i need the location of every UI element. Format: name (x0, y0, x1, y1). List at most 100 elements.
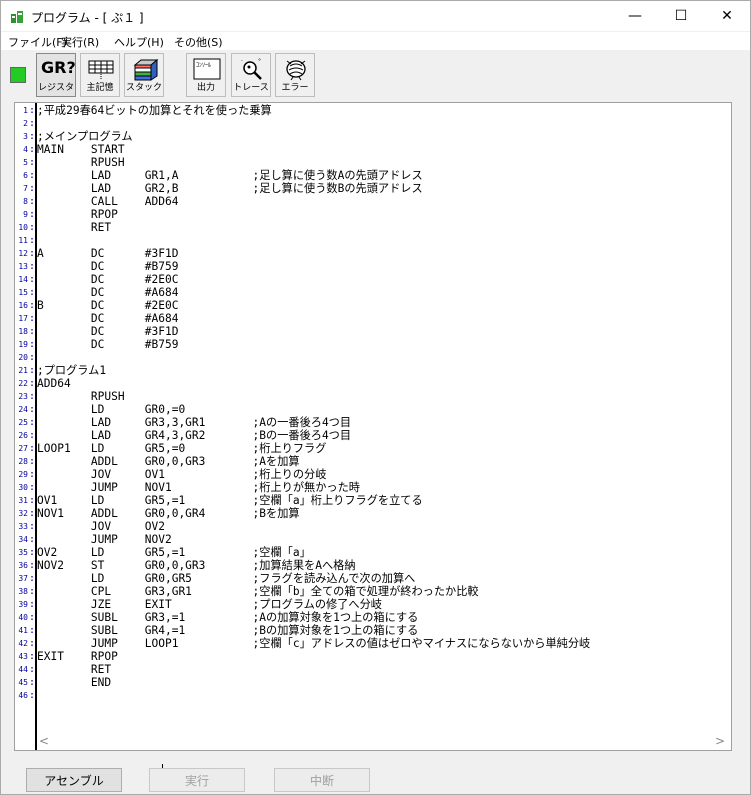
code-line[interactable]: OV1 LD GR5,=1 ;空欄「a」桁上りフラグを立てる (37, 494, 423, 507)
assemble-button[interactable]: アセンブル (26, 768, 122, 792)
code-line[interactable]: RPUSH (37, 390, 125, 403)
register-label: レジスタ (37, 83, 74, 93)
console-icon: ｺﾝｿｰﾙ (193, 58, 221, 80)
menu-help[interactable]: ヘルプ(H) (114, 34, 164, 50)
line-number: 23 (18, 392, 28, 401)
code-line[interactable]: LD GR0,=0 (37, 403, 185, 416)
console-glyph: ｺﾝｿｰﾙ (196, 62, 211, 69)
code-line[interactable]: JUMP LOOP1 ;空欄「c」アドレスの値はゼロやマイナスにならないから単純… (37, 637, 590, 650)
menu-file[interactable]: ファイル(F) (8, 34, 67, 50)
code-line[interactable]: A DC #3F1D (37, 247, 178, 260)
line-number: 39 (18, 600, 28, 609)
line-number: 5 (23, 158, 28, 167)
toolbar: GR? レジスタ 主記憶 スタック ｺﾝｿｰﾙ 出力 ° · トレース エラー (1, 51, 750, 99)
menu-run[interactable]: 実行(R) (61, 34, 99, 50)
line-number-separator: : (29, 365, 36, 376)
line-number-gutter: 1:2:3:4:5:6:7:8:9:10:11:12:13:14:15:16:1… (15, 103, 37, 750)
code-line[interactable]: EXIT RPOP (37, 650, 118, 663)
code-line[interactable]: ADD64 (37, 377, 71, 390)
code-editor[interactable]: 1:2:3:4:5:6:7:8:9:10:11:12:13:14:15:16:1… (14, 102, 732, 777)
line-number: 20 (18, 353, 28, 362)
code-line[interactable]: DC #B759 (37, 260, 179, 273)
output-button[interactable]: ｺﾝｿｰﾙ 出力 (186, 53, 226, 97)
stack-button[interactable]: スタック (124, 53, 164, 97)
line-number-separator: : (29, 118, 36, 129)
stack-label: スタック (125, 83, 162, 93)
code-line[interactable]: DC #3F1D (37, 325, 179, 338)
code-line[interactable]: JOV OV2 (37, 520, 165, 533)
code-line[interactable]: ADDL GR0,0,GR3 ;Aを加算 (37, 455, 300, 468)
code-line[interactable]: DC #A684 (37, 312, 179, 325)
code-line[interactable]: RET (37, 663, 111, 676)
line-number: 9 (23, 210, 28, 219)
line-number-separator: : (29, 209, 36, 220)
code-line[interactable]: DC #A684 (37, 286, 179, 299)
code-line[interactable]: LAD GR2,B ;足し算に使う数Bの先頭アドレス (37, 182, 423, 195)
code-line[interactable]: OV2 LD GR5,=1 ;空欄「a」 (37, 546, 311, 559)
line-number-separator: : (29, 677, 36, 688)
code-line[interactable]: RPUSH (37, 156, 125, 169)
close-button[interactable]: ✕ (704, 1, 750, 31)
trace-button[interactable]: ° · トレース (231, 53, 271, 97)
line-number: 2 (23, 119, 28, 128)
code-line[interactable]: LAD GR1,A ;足し算に使う数Aの先頭アドレス (37, 169, 423, 182)
code-line[interactable]: RET (37, 221, 111, 234)
horizontal-scrollbar[interactable]: < > (37, 733, 729, 750)
line-number-separator: : (29, 313, 36, 324)
line-number-separator: : (29, 326, 36, 337)
status-indicator (10, 67, 26, 83)
line-number-separator: : (29, 222, 36, 233)
code-line[interactable]: RPOP (37, 208, 118, 221)
register-button[interactable]: GR? レジスタ (36, 53, 76, 97)
code-line[interactable]: JUMP NOV2 (37, 533, 172, 546)
code-line[interactable]: SUBL GR4,=1 ;Bの加算対象を1つ上の箱にする (37, 624, 418, 637)
output-label: 出力 (196, 83, 215, 93)
line-number-separator: : (29, 404, 36, 415)
line-number-separator: : (29, 391, 36, 402)
code-line[interactable]: MAIN START (37, 143, 125, 156)
line-number-separator: : (29, 560, 36, 571)
code-line[interactable]: B DC #2E0C (37, 299, 178, 312)
line-number-separator: : (29, 248, 36, 259)
code-line[interactable]: NOV2 ST GR0,0,GR3 ;加算結果をAへ格納 (37, 559, 356, 572)
code-line[interactable]: CALL ADD64 (37, 195, 179, 208)
code-area[interactable]: ;平成29春64ビットの加算とそれを使った乗算 ;メインプログラム MAIN STA… (37, 104, 727, 732)
code-line[interactable]: SUBL GR3,=1 ;Aの加算対象を1つ上の箱にする (37, 611, 418, 624)
line-number: 25 (18, 418, 28, 427)
code-line[interactable]: ;プログラム1 (37, 364, 106, 377)
code-line[interactable]: NOV1 ADDL GR0,0,GR4 ;Bを加算 (37, 507, 300, 520)
minimize-button[interactable]: — (612, 1, 658, 31)
run-button[interactable]: 実行 (149, 768, 245, 792)
scroll-left-arrow[interactable]: < (39, 734, 49, 748)
stop-button[interactable]: 中断 (274, 768, 370, 792)
code-line[interactable]: ;平成29春64ビットの加算とそれを使った乗算 (37, 104, 272, 117)
code-line[interactable]: LD GR0,GR5 ;フラグを読み込んで次の加算へ (37, 572, 415, 585)
code-line[interactable]: LAD GR3,3,GR1 ;Aの一番後ろ4つ目 (37, 416, 351, 429)
stack-icon (133, 58, 159, 81)
line-number: 28 (18, 457, 28, 466)
line-number: 21 (18, 366, 28, 375)
code-line[interactable]: LOOP1 LD GR5,=0 ;桁上りフラグ (37, 442, 326, 455)
code-line[interactable]: JUMP NOV1 ;桁上りが無かった時 (37, 481, 360, 494)
maximize-button[interactable]: ☐ (658, 1, 704, 31)
code-line[interactable]: DC #B759 (37, 338, 179, 351)
code-line[interactable]: JOV OV1 ;桁上りの分岐 (37, 468, 327, 481)
scroll-right-arrow[interactable]: > (715, 734, 725, 748)
code-line[interactable]: LAD GR4,3,GR2 ;Bの一番後ろ4つ目 (37, 429, 351, 442)
code-line[interactable]: END (37, 676, 111, 689)
menu-other[interactable]: その他(S) (174, 34, 223, 50)
line-number: 44 (18, 665, 28, 674)
error-button[interactable]: エラー (275, 53, 315, 97)
code-line[interactable]: DC #2E0C (37, 273, 179, 286)
code-line[interactable]: ;メインプログラム (37, 130, 133, 143)
menu-bar: ファイル(F) 実行(R) ヘルプ(H) その他(S) (1, 32, 750, 50)
line-number: 13 (18, 262, 28, 271)
line-number: 33 (18, 522, 28, 531)
memory-button[interactable]: 主記憶 (80, 53, 120, 97)
line-number-separator: : (29, 144, 36, 155)
svg-text:°: ° (258, 58, 261, 65)
line-number-separator: : (29, 547, 36, 558)
code-line[interactable]: JZE EXIT ;プログラムの修了へ分岐 (37, 598, 382, 611)
line-number: 12 (18, 249, 28, 258)
code-line[interactable]: CPL GR3,GR1 ;空欄「b」全ての箱で処理が終わったか比較 (37, 585, 479, 598)
